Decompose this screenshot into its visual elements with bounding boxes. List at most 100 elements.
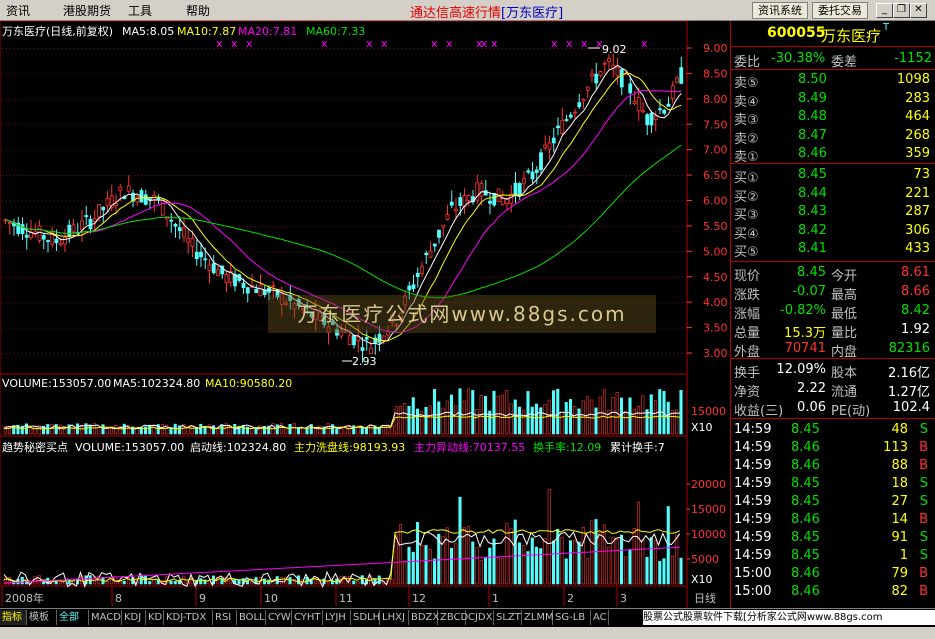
- tick-row: 14:59 8.46 88 B: [731, 458, 935, 475]
- tab-bdzx[interactable]: BDZX: [409, 610, 439, 625]
- trade-button[interactable]: 委托交易: [812, 2, 868, 19]
- signal-mark: x: [566, 37, 573, 50]
- info-row: 净资 2.22 流通 1.27亿: [731, 381, 935, 400]
- volume-bar: [114, 425, 118, 435]
- volume-axis-tick: 15000: [691, 405, 726, 418]
- signal-mark: x: [431, 37, 438, 50]
- tab-rsi[interactable]: RSI: [213, 610, 237, 625]
- tick-price: 8.46: [791, 512, 820, 527]
- candle-body: [352, 335, 356, 346]
- volume-bar: [534, 403, 539, 435]
- date-label: 1: [492, 592, 499, 605]
- ask-volume: 268: [905, 127, 930, 143]
- indicator-bar: [530, 537, 534, 585]
- tab-boll[interactable]: BOLL: [237, 610, 266, 625]
- tab-lhxj[interactable]: LHXJ: [380, 610, 409, 625]
- volume-bar: [483, 395, 488, 435]
- tick-price: 8.46: [791, 584, 820, 599]
- info-value: 2.22: [797, 381, 826, 396]
- menu-item-futures[interactable]: 港股期货: [63, 2, 111, 19]
- candle-body: [126, 185, 131, 192]
- indicator-bar: [105, 581, 109, 585]
- indicator-bar: [560, 536, 564, 585]
- candle-body: [67, 224, 72, 237]
- stat-label-2: 最低: [831, 307, 858, 322]
- tab-sg-lb[interactable]: SG-LB: [553, 610, 591, 625]
- tick-row: 14:59 8.46 14 B: [731, 512, 935, 529]
- tick-side: S: [919, 530, 928, 545]
- menu-item-info[interactable]: 资讯: [6, 2, 30, 19]
- tick-side: B: [919, 440, 928, 455]
- tab-slzt[interactable]: SLZT: [494, 610, 522, 625]
- candle-body: [636, 97, 641, 112]
- restore-icon[interactable]: ❐: [893, 3, 910, 18]
- menu-item-help[interactable]: 帮助: [186, 2, 210, 19]
- volume-bar: [556, 388, 560, 435]
- minimize-icon[interactable]: _: [876, 3, 893, 18]
- info-system-button[interactable]: 资讯系统: [752, 2, 808, 19]
- tab-lyjh[interactable]: LYJH: [323, 610, 351, 625]
- volume-bar: [619, 397, 624, 435]
- tab-zbcd[interactable]: ZBCD: [438, 610, 468, 625]
- indicator-bar: [522, 544, 526, 585]
- candle-body: [207, 264, 212, 272]
- indicator-bar: [615, 539, 619, 585]
- volume-bar: [624, 411, 628, 435]
- info-row: 换手 12.09% 股本 2.16亿: [731, 362, 935, 381]
- tab-kd[interactable]: KD: [146, 610, 164, 625]
- volume-bar: [517, 406, 522, 435]
- candle-body: [590, 73, 594, 77]
- candle-body: [649, 112, 654, 126]
- bid-price: 8.45: [798, 167, 827, 182]
- tab-sdlh[interactable]: SDLH: [351, 610, 380, 625]
- promo-banner[interactable]: 股票公式股票软件下载[分析家公式网www.88gs.com: [643, 610, 935, 625]
- volume-bar: [288, 423, 292, 435]
- candle-body: [71, 224, 76, 233]
- tab-kdj-tdx[interactable]: KDJ-TDX: [164, 610, 213, 625]
- info-label-2: 股本: [831, 366, 858, 381]
- tick-side: B: [919, 566, 928, 581]
- candle-body: [602, 62, 607, 65]
- candle-body: [594, 73, 599, 84]
- candle-body: [420, 266, 424, 274]
- ask-label: 卖③: [734, 113, 759, 128]
- tab-ac[interactable]: AC: [591, 610, 609, 625]
- indicator-bar: [483, 556, 488, 585]
- tab-cyht[interactable]: CYHT: [292, 610, 323, 625]
- indicator-bar: [411, 551, 415, 585]
- candle-body: [556, 125, 560, 129]
- indicator-bar: [390, 579, 394, 585]
- info-label: 净资: [734, 385, 761, 400]
- tick-price: 8.45: [791, 530, 820, 545]
- app-title-main: 通达信高速行情: [410, 6, 502, 21]
- tab-zlmm[interactable]: ZLMM: [522, 610, 554, 625]
- tab-模板[interactable]: 模板: [27, 610, 57, 625]
- period-label[interactable]: 日线: [694, 591, 716, 605]
- tab-cyw[interactable]: CYW: [266, 610, 292, 625]
- tab-macd[interactable]: MACD: [89, 610, 122, 625]
- tab-cjdx[interactable]: CJDX: [466, 610, 494, 625]
- tick-volume: 48: [891, 422, 908, 437]
- candle-body: [407, 285, 412, 291]
- volume-bar: [160, 424, 165, 435]
- indicator-axis: 20000 15000 10000 5000: [687, 478, 726, 566]
- tab-全部[interactable]: 全部: [57, 610, 89, 625]
- tab-指标[interactable]: 指标: [0, 610, 27, 625]
- indicator-tick-label: 20000: [691, 478, 726, 491]
- signal-mark: x: [581, 37, 588, 50]
- indicator-tabs: 指标 模板 全部 MACD KDJ KD KDJ-TDX RSI BOLL CYW CYHT LYJH…: [0, 608, 935, 627]
- stat-row: 外盘 70741 内盘 82316: [731, 341, 935, 360]
- candle-body: [543, 144, 548, 149]
- tick-price: 8.45: [791, 476, 820, 491]
- volume-bar: [543, 404, 547, 435]
- bid-volume: 306: [905, 222, 930, 238]
- candle-body: [479, 183, 484, 197]
- app-title-stock: [万东医疗]: [501, 6, 564, 21]
- tab-kdj[interactable]: KDJ: [122, 610, 146, 625]
- indicator-bar: [496, 557, 500, 585]
- stat-value-2: 8.66: [901, 284, 930, 299]
- menu-item-tools[interactable]: 工具: [128, 2, 152, 19]
- tick-volume: 18: [891, 476, 908, 491]
- close-icon[interactable]: ✕: [910, 3, 927, 18]
- indicator-bar: [458, 496, 462, 585]
